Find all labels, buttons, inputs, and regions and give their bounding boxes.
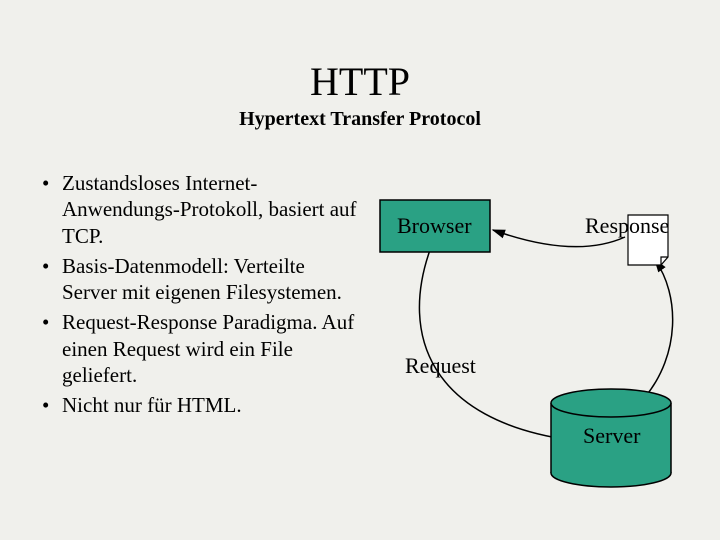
server-label: Server — [583, 423, 640, 449]
list-item: Zustandsloses Internet-Anwendungs-Protok… — [62, 170, 360, 249]
list-item: Basis-Datenmodell: Verteilte Server mit … — [62, 253, 360, 306]
bullet-list: Zustandsloses Internet-Anwendungs-Protok… — [40, 170, 360, 422]
diagram: Browser Response Request Server — [375, 185, 705, 495]
request-label: Request — [405, 353, 476, 379]
page-title: HTTP — [0, 58, 720, 105]
browser-label: Browser — [397, 213, 472, 239]
list-item: Request-Response Paradigma. Auf einen Re… — [62, 309, 360, 388]
slide: HTTP Hypertext Transfer Protocol Zustand… — [0, 0, 720, 540]
request-arrow — [419, 250, 570, 440]
response-arrow — [645, 260, 673, 397]
response-label: Response — [585, 213, 669, 239]
page-subtitle: Hypertext Transfer Protocol — [0, 108, 720, 131]
list-item: Nicht nur für HTML. — [62, 392, 360, 418]
